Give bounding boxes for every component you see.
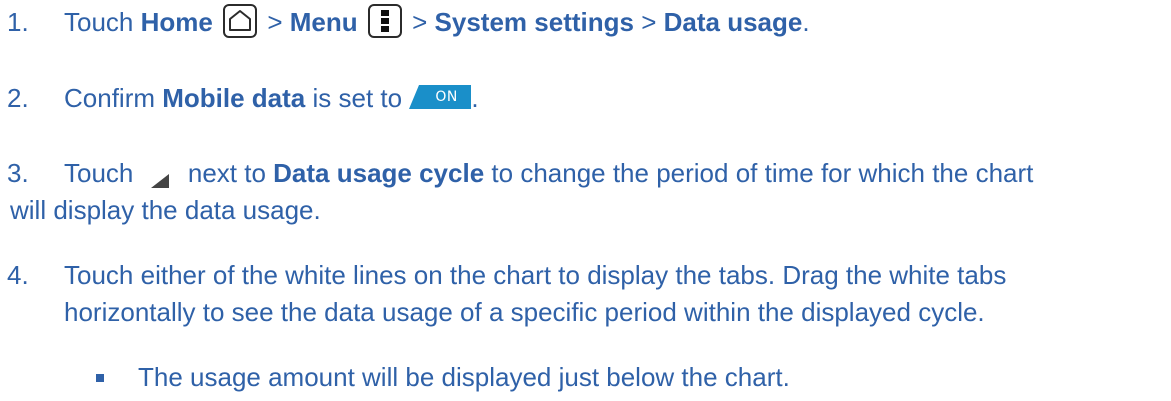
separator: > (267, 7, 283, 37)
system-settings-label: System settings (434, 7, 634, 37)
step-number: 1. (7, 7, 29, 37)
toggle-switch-on-icon: ON (409, 85, 472, 110)
instruction-text: next to (187, 158, 266, 188)
step-text: Touch either of the white lines on the c… (64, 257, 1151, 331)
step-line-2: will display the data usage. (10, 195, 321, 225)
instruction-text: Touch (64, 158, 134, 188)
bullet-text: The usage amount will be displayed just … (138, 362, 790, 392)
period: . (802, 7, 810, 37)
data-usage-cycle-label: Data usage cycle (273, 158, 485, 188)
instruction-text: Touch (64, 7, 134, 37)
instruction-text: to change the period of time for which t… (491, 158, 1034, 188)
toggle-label: ON (435, 89, 458, 106)
mobile-data-label: Mobile data (162, 83, 306, 113)
step-text: Touch next to Data usage cycle to change… (10, 155, 1151, 229)
data-usage-label: Data usage (663, 7, 803, 37)
square-bullet-icon (96, 374, 104, 382)
step-line-1: Touch either of the white lines on the c… (64, 260, 1007, 290)
step-text: Confirm Mobile data is set to ON . (64, 80, 1151, 117)
home-icon (223, 4, 258, 39)
instruction-text: Confirm (64, 83, 156, 113)
step-line-2: horizontally to see the data usage of a … (64, 297, 985, 327)
menu-label: Menu (289, 7, 358, 37)
separator: > (641, 7, 657, 37)
home-label: Home (140, 7, 213, 37)
step-line-1: Touch next to Data usage cycle to change… (64, 155, 1151, 192)
spinner-triangle-icon (147, 163, 173, 189)
step-number: 2. (7, 83, 29, 113)
instruction-text: is set to (312, 83, 403, 113)
step-number: 3. (7, 158, 29, 188)
step-number: 4. (7, 260, 29, 290)
menu-icon (367, 4, 402, 39)
step-text: Touch Home > Menu > System settings > Da… (64, 4, 1151, 41)
separator: > (412, 7, 428, 37)
period: . (471, 83, 479, 113)
